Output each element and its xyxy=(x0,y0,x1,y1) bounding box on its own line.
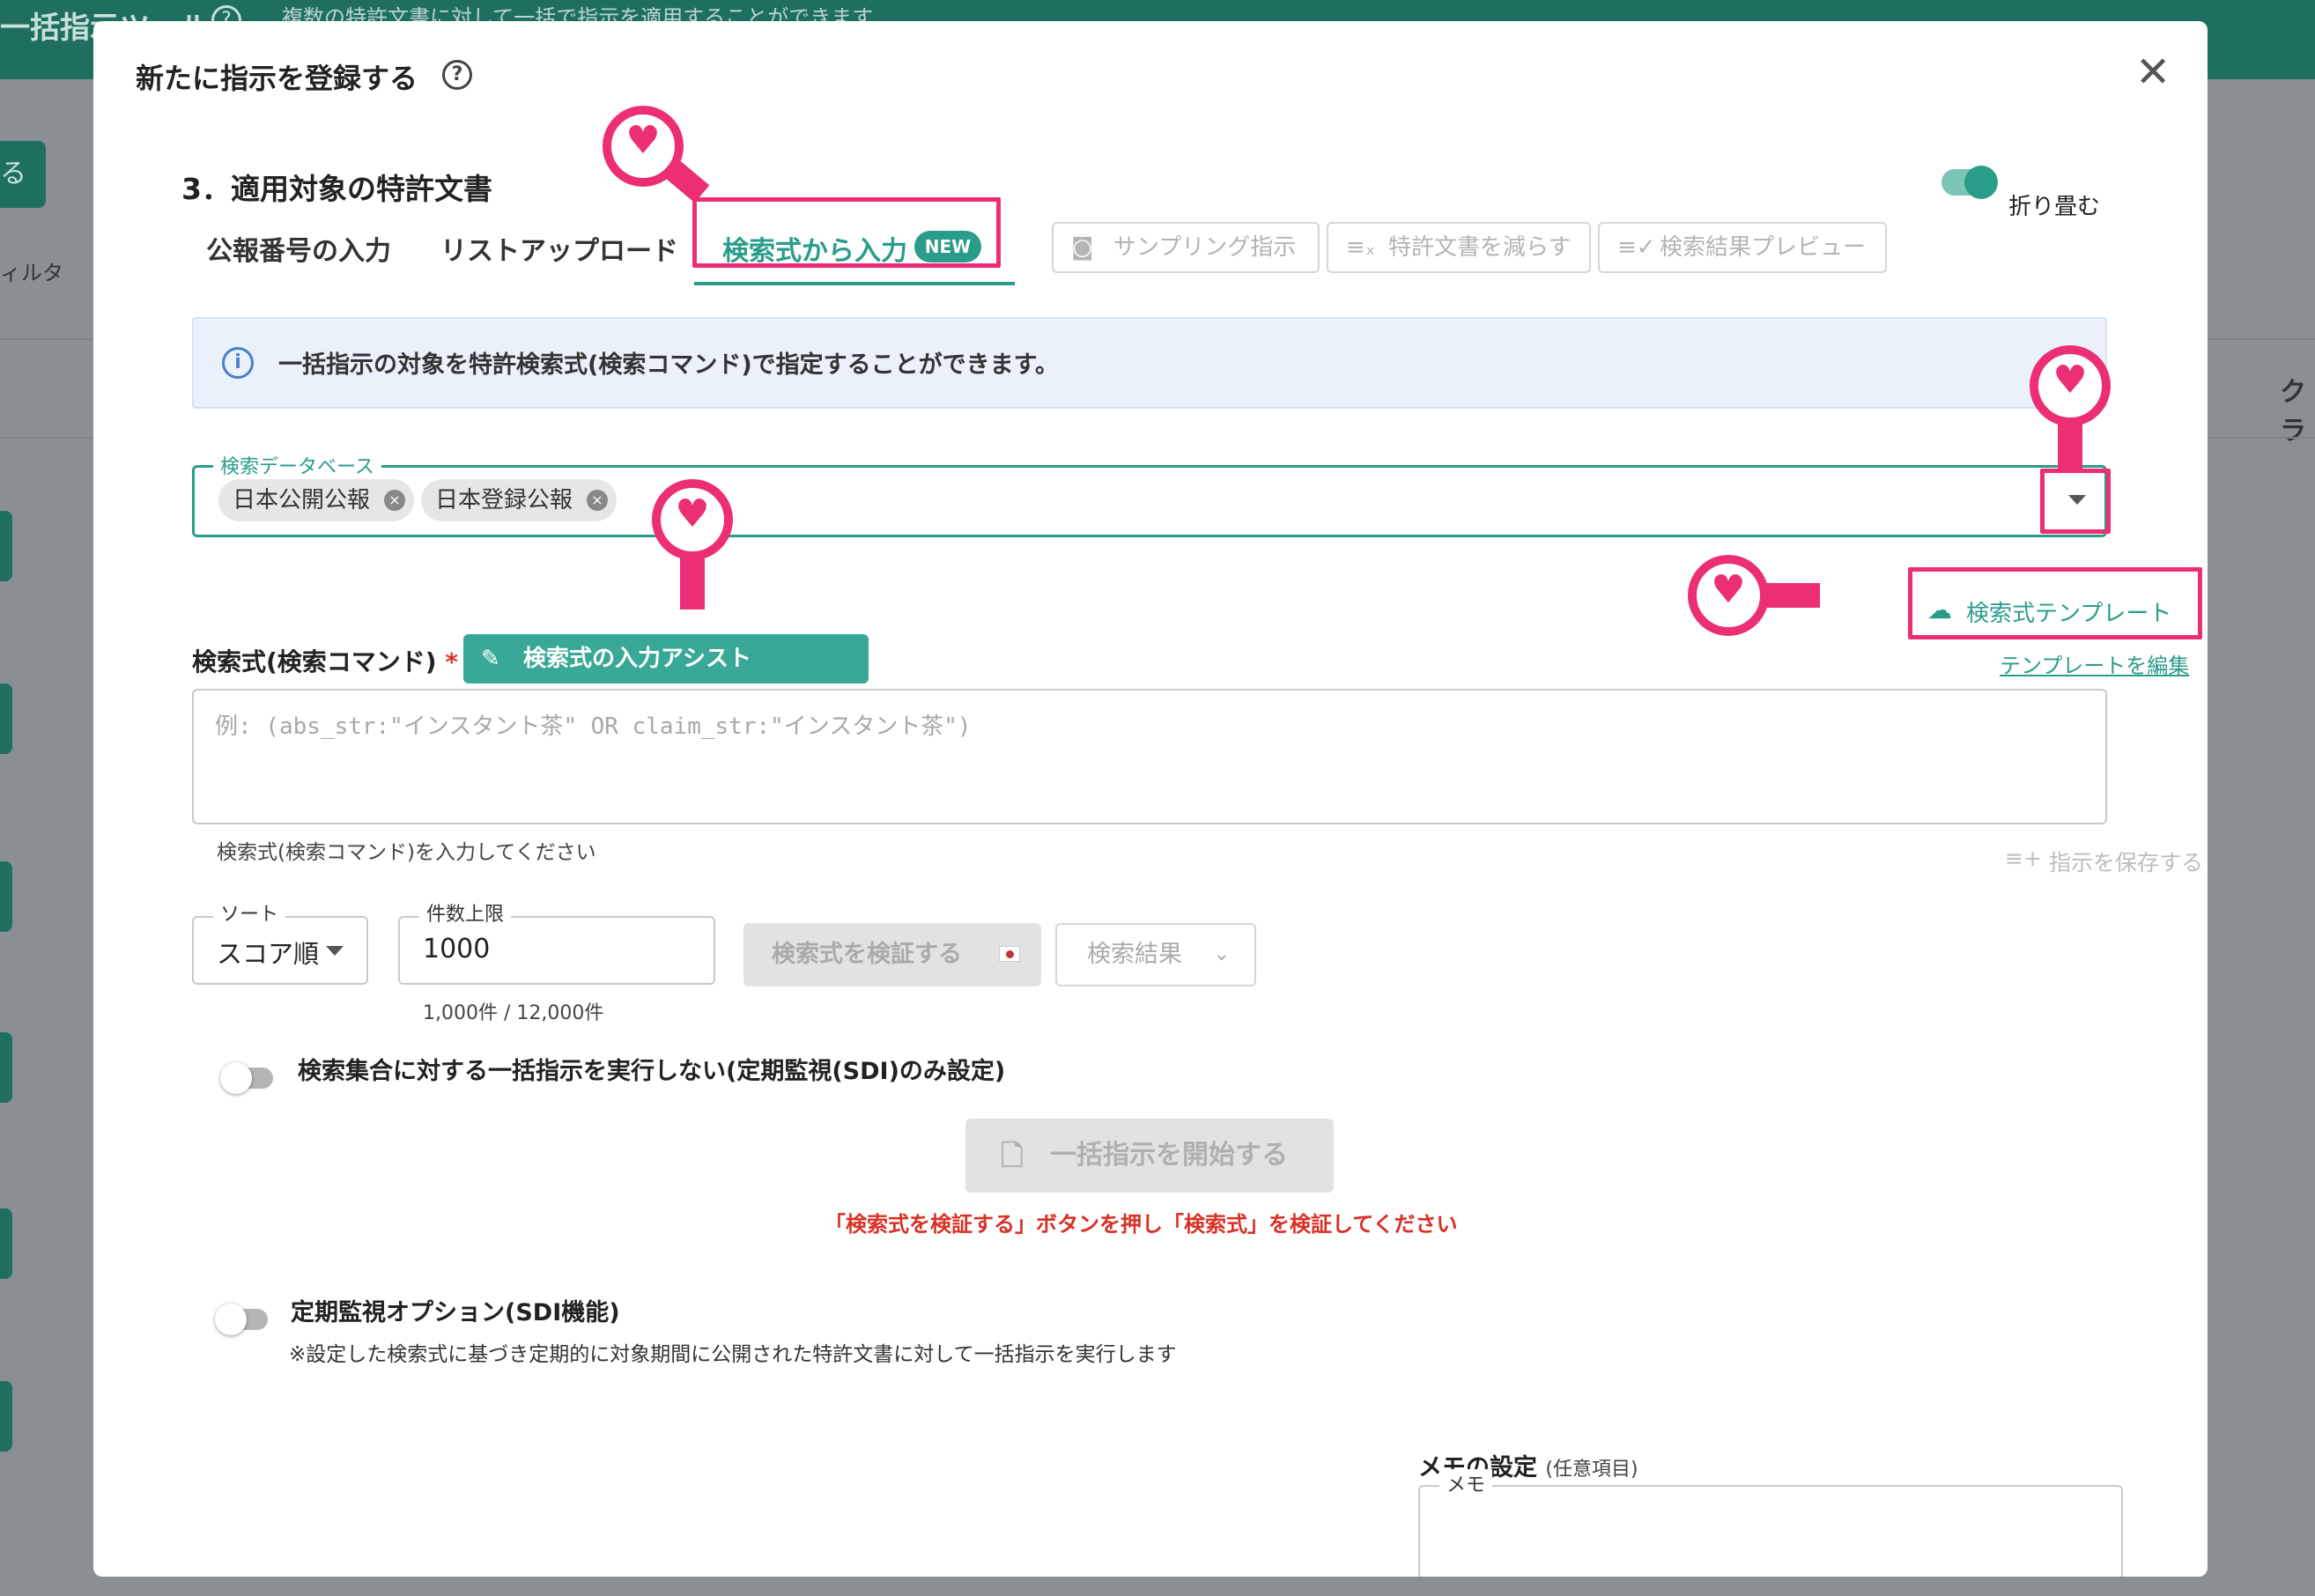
query-label: 検索式(検索コマンド) * xyxy=(192,643,458,678)
chip-label: 日本公開公報 xyxy=(233,487,371,514)
heart-icon: ♥ xyxy=(675,491,710,536)
chevron-down-icon[interactable] xyxy=(326,946,344,956)
heart-icon: ♥ xyxy=(625,118,661,163)
bg-row-button[interactable] xyxy=(0,511,12,581)
toggle-knob xyxy=(215,1304,247,1335)
tab-list-upload[interactable]: リストアップロード xyxy=(440,229,678,268)
chip-label: 日本登録公報 xyxy=(435,487,573,514)
bg-column-header: クラ xyxy=(2280,377,2306,447)
limit-legend: 件数上限 xyxy=(419,898,512,927)
sort-value: スコア順 xyxy=(217,939,320,969)
query-label-text: 検索式(検索コマンド) xyxy=(192,647,437,676)
sampling-label: サンプリング指示 xyxy=(1113,234,1297,261)
collapse-label: 折り畳む xyxy=(2008,194,2101,220)
limit-helper-text: 1,000件 / 12,000件 xyxy=(423,1002,604,1024)
verify-query-label: 検索式を検証する xyxy=(772,941,962,968)
bg-row-button[interactable] xyxy=(0,1032,12,1103)
memo-legend: メモ xyxy=(1439,1469,1493,1497)
memo-textarea[interactable] xyxy=(1418,1485,2123,1577)
heart-icon: ♥ xyxy=(2052,358,2088,403)
database-chip[interactable]: 日本登録公報 × xyxy=(421,479,617,521)
query-assist-button[interactable]: ✎ 検索式の入力アシスト xyxy=(463,634,869,683)
bg-row-button[interactable] xyxy=(0,1381,12,1452)
verify-query-button[interactable]: 検索式を検証する xyxy=(743,923,1041,986)
validation-error: 「検索式を検証する」ボタンを押し「検索式」を検証してください xyxy=(825,1212,1458,1237)
tab-publication-number[interactable]: 公報番号の入力 xyxy=(206,229,391,268)
toggle-knob xyxy=(220,1062,252,1094)
query-helper-text: 検索式(検索コマンド)を入力してください xyxy=(217,841,596,864)
modal-title: 新たに指示を登録する xyxy=(136,62,418,95)
bg-filter-label: ィルタ xyxy=(0,261,63,285)
chip-remove-icon[interactable]: × xyxy=(384,490,405,511)
memo-optional: (任意項目) xyxy=(1545,1459,1638,1481)
chevron-down-icon: ⌄ xyxy=(1213,943,1230,965)
sampling-button[interactable]: ◙ サンプリング指示 xyxy=(1052,222,1320,273)
bg-row-button[interactable] xyxy=(0,683,12,754)
list-remove-icon: ≡ₓ xyxy=(1346,234,1376,261)
no-bulk-label: 検索集合に対する一括指示を実行しない(定期監視(SDI)のみ設定) xyxy=(298,1058,1006,1085)
search-results-button[interactable]: 検索結果 ⌄ xyxy=(1055,923,1256,986)
edit-template-link[interactable]: テンプレートを編集 xyxy=(2000,648,2189,679)
document-add-icon: 🗋 xyxy=(1001,1139,1024,1172)
highlight-box-dropdown xyxy=(2040,469,2111,534)
search-preview-button[interactable]: ≡✓ 検索結果プレビュー xyxy=(1598,222,1887,273)
bg-row-button[interactable] xyxy=(0,861,12,932)
highlight-box-template xyxy=(1908,567,2202,639)
collapse-toggle[interactable] xyxy=(1941,166,1998,199)
highlight-box-tab xyxy=(692,197,1001,268)
list-check-icon: ≡✓ xyxy=(1617,234,1656,261)
question-circle-icon[interactable]: ? xyxy=(442,60,472,90)
query-assist-label: 検索式の入力アシスト xyxy=(523,646,751,672)
save-instruction-label: 指示を保存する xyxy=(2049,850,2204,876)
sdi-note: ※設定した検索式に基づき定期的に対象期間に公開された特許文書に対して一括指示を実… xyxy=(289,1343,1177,1366)
active-tab-indicator xyxy=(694,282,1015,285)
register-instruction-modal: 新たに指示を登録する ? ✕ 3．適用対象の特許文書 折り畳む 公報番号の入力 … xyxy=(93,21,2208,1577)
section-title: 3．適用対象の特許文書 xyxy=(181,172,492,206)
start-bulk-button[interactable]: 🗋 一括指示を開始する xyxy=(965,1119,1334,1193)
toggle-knob xyxy=(1964,166,1998,199)
flag-dot xyxy=(1006,950,1014,958)
start-bulk-label: 一括指示を開始する xyxy=(1050,1140,1288,1171)
sort-legend: ソート xyxy=(213,898,286,927)
close-icon[interactable]: ✕ xyxy=(2135,48,2171,97)
eye-icon: ◙ xyxy=(1071,234,1094,261)
list-add-icon: ≡+ xyxy=(2005,846,2042,871)
no-bulk-toggle[interactable] xyxy=(220,1062,273,1094)
search-results-label: 検索結果 xyxy=(1087,941,1182,968)
info-text: 一括指示の対象を特許検索式(検索コマンド)で指定することができます。 xyxy=(278,351,1059,379)
edit-list-icon: ✎ xyxy=(481,646,500,672)
bg-side-button[interactable]: る xyxy=(0,141,46,208)
save-instruction-button[interactable]: ≡+ 指示を保存する xyxy=(2005,846,2203,877)
sdi-toggle[interactable] xyxy=(215,1304,268,1335)
heart-icon: ♥ xyxy=(1711,567,1746,612)
info-icon: i xyxy=(222,347,254,379)
query-placeholder: 例: (abs_str:"インスタント茶" OR claim_str:"インスタ… xyxy=(215,713,972,740)
required-mark: * xyxy=(445,647,459,676)
bg-row-button[interactable] xyxy=(0,1208,12,1279)
reduce-documents-button[interactable]: ≡ₓ 特許文書を減らす xyxy=(1327,222,1591,273)
sdi-label: 定期監視オプション(SDI機能) xyxy=(291,1299,620,1326)
japan-flag-icon xyxy=(999,946,1020,962)
info-banner: i 一括指示の対象を特許検索式(検索コマンド)で指定することができます。 xyxy=(192,317,2107,409)
reduce-documents-label: 特許文書を減らす xyxy=(1388,234,1572,261)
database-chip[interactable]: 日本公開公報 × xyxy=(218,479,414,521)
database-legend: 検索データベース xyxy=(213,451,381,479)
chip-remove-icon[interactable]: × xyxy=(587,490,608,511)
limit-value: 1000 xyxy=(423,934,491,964)
search-preview-label: 検索結果プレビュー xyxy=(1660,234,1867,261)
